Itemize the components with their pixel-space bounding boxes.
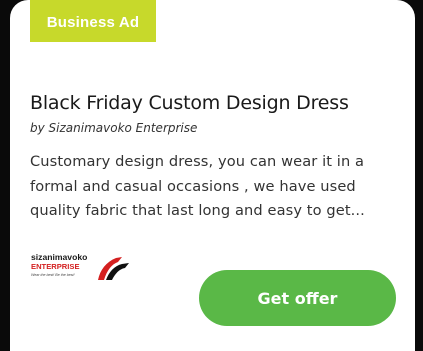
ad-card[interactable]: Business Ad Black Friday Custom Design D… bbox=[10, 0, 415, 351]
logo-tagline: Wear the best! Be the best! bbox=[31, 273, 74, 277]
description-line: Customary design dress, you can wear it … bbox=[30, 153, 365, 170]
ad-byline: by Sizanimavoko Enterprise bbox=[30, 121, 198, 135]
advertiser-logo: sizanimavoko ENTERPRISE Wear the best! B… bbox=[30, 250, 150, 288]
logo-subtitle: ENTERPRISE bbox=[31, 262, 80, 271]
ad-description: Customary design dress, you can wear it … bbox=[30, 150, 402, 224]
ad-title: Black Friday Custom Design Dress bbox=[30, 92, 349, 114]
logo-name: sizanimavoko bbox=[31, 252, 87, 262]
logo-mark-icon bbox=[98, 257, 129, 280]
business-ad-badge: Business Ad bbox=[30, 0, 156, 42]
description-line: quality fabric that last long and easy t… bbox=[30, 202, 365, 219]
description-line: formal and casual occasions , we have us… bbox=[30, 177, 356, 195]
get-offer-button[interactable]: Get offer bbox=[199, 270, 396, 326]
